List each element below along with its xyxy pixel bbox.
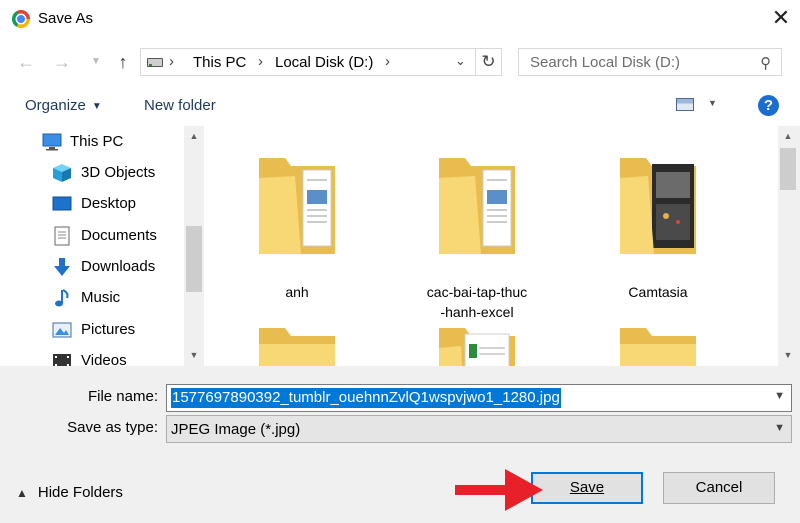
breadcrumb-separator-icon: › [258,53,263,70]
sidebar-item-music[interactable]: Music [0,284,184,312]
annotation-arrow-icon [455,469,543,511]
save-as-type-select[interactable]: JPEG Image (*.jpg) ▼ [166,415,792,443]
search-box[interactable]: Search Local Disk (D:) ⚲ [518,48,782,76]
search-icon: ⚲ [760,55,771,72]
save-as-type-label: Save as type: [67,419,158,436]
chevron-down-icon: ▼ [774,422,785,434]
videos-icon [53,354,71,366]
sidebar-item-downloads[interactable]: Downloads [0,253,184,281]
download-icon [54,258,70,276]
navigation-pane-scrollbar[interactable]: ▲ ▼ [184,126,204,366]
breadcrumb-local-disk[interactable]: Local Disk (D:) [275,54,373,71]
folder-label-line-1: anh [285,284,309,300]
breadcrumb-separator-icon: › [169,53,174,70]
cube-icon [53,164,71,182]
folder-label-line-2: -hanh-excel [440,304,514,320]
breadcrumb-separator-icon: › [385,53,390,70]
folder-label: cac-bai-tap-thuc -hanh-excel [387,282,567,322]
scroll-down-icon[interactable]: ▼ [778,347,798,364]
save-button-label: Save [569,479,605,496]
help-button[interactable]: ? [758,95,779,116]
sidebar-item-label: Music [81,289,121,306]
sidebar-item-label: Pictures [81,321,136,338]
folder-icon [620,328,696,366]
recent-locations-button[interactable]: ▼ [86,52,106,72]
scroll-down-icon[interactable]: ▼ [184,347,204,364]
scroll-up-icon[interactable]: ▲ [778,128,798,145]
sidebar-item-documents[interactable]: Documents [0,222,184,250]
address-bar[interactable]: › This PC › Local Disk (D:) › ⌄ [140,48,476,76]
sidebar-item-3d-objects[interactable]: 3D Objects [0,159,184,187]
forward-button[interactable]: → [52,52,72,72]
close-button[interactable]: ✕ [768,6,794,32]
sidebar-item-videos[interactable]: Videos [0,347,184,366]
refresh-button[interactable]: ↻ [476,48,502,76]
navigation-pane: This PC 3D Objects Desktop Documents Dow… [0,126,184,366]
folder-icon [259,328,335,366]
new-folder-button[interactable]: New folder [144,97,216,114]
folder-label: anh [207,282,387,302]
cancel-button[interactable]: Cancel [663,472,775,504]
folder-label-line-1: Camtasia [628,284,688,300]
sidebar-item-label: Desktop [81,195,137,212]
up-button[interactable]: ↑ [113,52,133,72]
documents-icon [54,226,70,246]
sidebar-item-pictures[interactable]: Pictures [0,316,184,344]
address-history-dropdown[interactable]: ⌄ [455,53,466,69]
chevron-up-icon: ▲ [16,486,28,500]
caret-down-icon: ▼ [91,101,102,112]
arrow-left-icon: ← [17,52,35,72]
file-list-scrollbar[interactable]: ▲ ▼ [778,126,798,366]
chrome-icon [12,10,30,28]
save-as-type-value: JPEG Image (*.jpg) [171,421,301,438]
sidebar-item-desktop[interactable]: Desktop [0,190,184,218]
folder-spreadsheet-icon [439,328,515,366]
folder-photos-icon [620,158,696,254]
command-toolbar: Organize ▼ New folder ▼ ? [0,86,800,126]
arrow-up-icon: ↑ [118,52,128,72]
chevron-down-icon: ▼ [91,56,101,67]
arrow-right-icon: → [53,52,71,72]
sidebar-item-label: This PC [70,133,124,150]
back-button[interactable]: ← [16,52,36,72]
desktop-icon [52,196,72,211]
file-list: anh cac-bai-tap-thuc -hanh-excel Camtasi… [204,126,778,366]
scrollbar-thumb[interactable] [780,148,796,190]
view-options-dropdown[interactable]: ▼ [708,98,717,108]
hide-folders-button[interactable]: ▲ Hide Folders [16,484,123,501]
hide-folders-label: Hide Folders [37,484,123,501]
search-input[interactable]: Search Local Disk (D:) [530,54,680,71]
scroll-up-icon[interactable]: ▲ [184,128,204,145]
monitor-icon [42,133,62,151]
organize-button[interactable]: Organize ▼ [25,97,102,114]
window-title: Save As [38,10,94,27]
music-icon [55,289,69,307]
sidebar-item-label: Documents [81,227,157,244]
change-view-icon[interactable] [676,98,694,111]
save-button[interactable]: Save [531,472,643,504]
file-name-label: File name: [87,388,158,405]
drive-icon [147,58,163,67]
folder-documents-icon [259,158,335,254]
refresh-icon: ↻ [481,52,496,71]
chevron-down-icon[interactable]: ▼ [774,390,785,402]
organize-label: Organize [25,97,86,114]
file-name-input[interactable]: 1577697890392_tumblr_ouehnnZvlQ1wspvjwo1… [171,388,561,408]
sidebar-item-this-pc[interactable]: This PC [0,128,184,156]
folder-label-line-1: cac-bai-tap-thuc [426,284,528,300]
folder-label: Camtasia [568,282,748,302]
file-name-field[interactable]: 1577697890392_tumblr_ouehnnZvlQ1wspvjwo1… [166,384,792,412]
breadcrumb-this-pc[interactable]: This PC [193,54,246,71]
title-bar: Save As ✕ [0,0,800,38]
save-form: File name: 1577697890392_tumblr_ouehnnZv… [0,366,800,523]
folder-documents-icon [439,158,515,254]
pictures-icon [52,322,72,338]
sidebar-item-label: Videos [81,352,127,366]
scrollbar-thumb[interactable] [186,226,202,292]
sidebar-item-label: Downloads [81,258,156,275]
sidebar-item-label: 3D Objects [81,164,156,181]
